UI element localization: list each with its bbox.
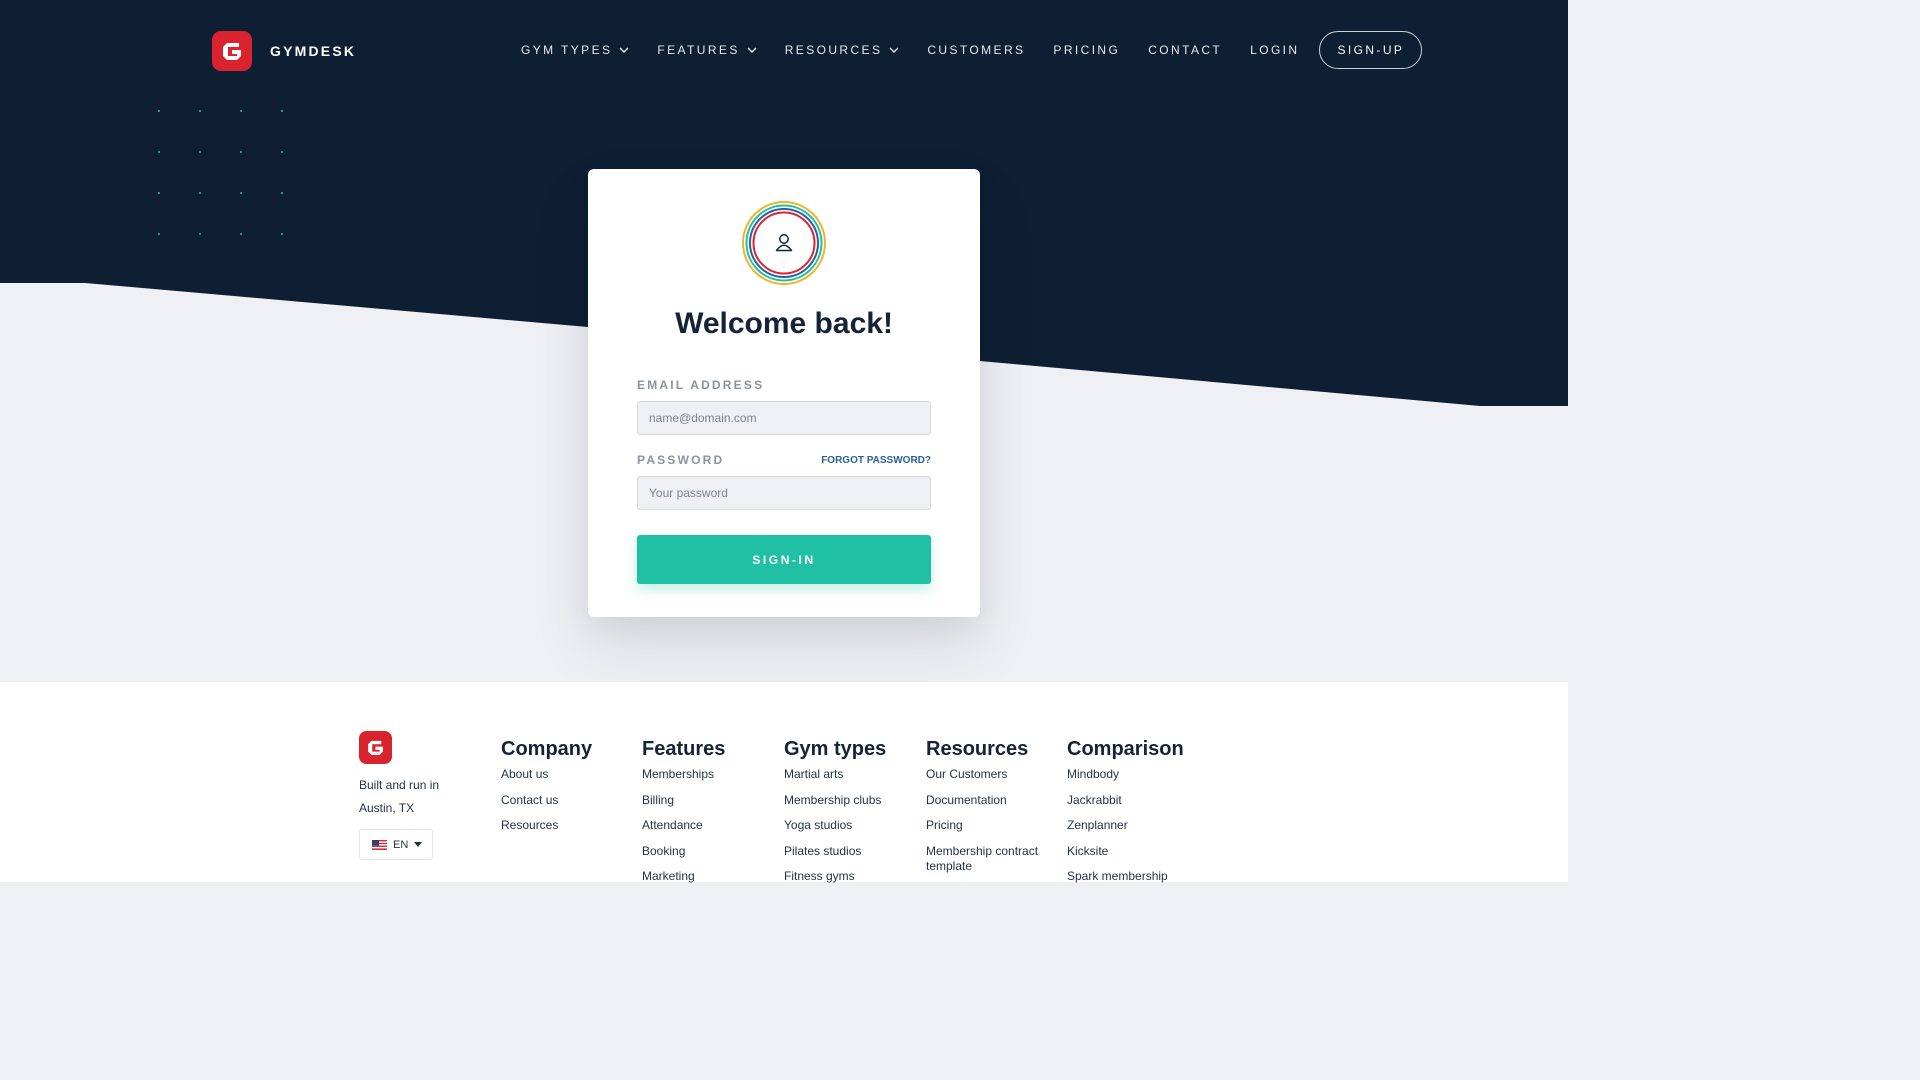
footer-heading-company: Company: [501, 738, 593, 760]
nav-pricing[interactable]: PRICING: [1053, 43, 1120, 57]
nav-login[interactable]: LOGIN: [1250, 43, 1299, 57]
nav-features[interactable]: FEATURES: [657, 43, 757, 57]
footer-link-billing[interactable]: Billing: [642, 793, 725, 808]
footer-link-pricing[interactable]: Pricing: [926, 818, 1054, 833]
footer-link-our-customers[interactable]: Our Customers: [926, 767, 1054, 782]
nav-customers[interactable]: CUSTOMERS: [927, 43, 1025, 57]
brand-name: GYMDESK: [270, 43, 357, 59]
footer-link-about-us[interactable]: About us: [501, 767, 592, 782]
location-text: Built and run in Austin, TX: [359, 774, 459, 820]
footer-link-spark-membership[interactable]: Spark membership: [1067, 869, 1184, 884]
nav-gym-types[interactable]: GYM TYPES: [521, 43, 629, 57]
email-field[interactable]: [637, 401, 931, 435]
chevron-down-icon: [747, 47, 757, 53]
forgot-password-link[interactable]: FORGOT PASSWORD?: [821, 455, 931, 466]
footer-link-memberships[interactable]: Memberships: [642, 767, 725, 782]
footer-link-martial-arts[interactable]: Martial arts: [784, 767, 886, 782]
footer-link-jackrabbit[interactable]: Jackrabbit: [1067, 793, 1184, 808]
nav-resources[interactable]: RESOURCES: [785, 43, 900, 57]
footer-link-booking[interactable]: Booking: [642, 844, 725, 859]
login-card: Welcome back! EMAIL ADDRESS PASSWORD FOR…: [588, 169, 980, 617]
top-navigation: GYMDESK GYM TYPES FEATURES RESOURCES CUS…: [0, 0, 1568, 100]
chevron-down-icon: [889, 47, 899, 53]
language-selector[interactable]: EN: [359, 829, 433, 860]
footer-column-comparison: Comparison Mindbody Jackrabbit Zenplanne…: [1067, 738, 1184, 895]
gymdesk-logo-icon: [212, 31, 252, 71]
site-footer: Built and run in Austin, TX EN Company A…: [0, 682, 1568, 884]
email-label: EMAIL ADDRESS: [637, 378, 765, 392]
nav-gym-types-label: GYM TYPES: [521, 43, 613, 57]
footer-column-resources: Resources Our Customers Documentation Pr…: [926, 738, 1054, 884]
password-field[interactable]: [637, 476, 931, 510]
footer-link-membership-contract-template[interactable]: Membership contract template: [926, 844, 1054, 874]
footer-column-gym-types: Gym types Martial arts Membership clubs …: [784, 738, 886, 895]
gymdesk-logo-icon[interactable]: [359, 731, 392, 764]
footer-heading-features: Features: [642, 738, 726, 760]
footer-heading-resources: Resources: [926, 738, 1029, 760]
signup-button[interactable]: SIGN-UP: [1319, 31, 1423, 69]
us-flag-icon: [372, 839, 387, 850]
chevron-down-icon: [619, 47, 629, 53]
nav-features-label: FEATURES: [657, 43, 740, 57]
footer-heading-gym-types: Gym types: [784, 738, 887, 760]
main-menu: GYM TYPES FEATURES RESOURCES CUSTOMERS P…: [521, 30, 1423, 70]
footer-link-contact-us[interactable]: Contact us: [501, 793, 592, 808]
footer-link-yoga-studios[interactable]: Yoga studios: [784, 818, 886, 833]
footer-heading-comparison: Comparison: [1067, 738, 1184, 760]
location-line-2: Austin, TX: [359, 801, 415, 815]
footer-link-attendance[interactable]: Attendance: [642, 818, 725, 833]
location-line-1: Built and run in: [359, 778, 440, 792]
nav-resources-label: RESOURCES: [784, 43, 883, 57]
footer-column-company: Company About us Contact us Resources: [501, 738, 592, 844]
caret-down-icon: [414, 842, 423, 847]
language-label: EN: [393, 838, 409, 851]
footer-column-features: Features Memberships Billing Attendance …: [642, 738, 725, 895]
footer-link-resources[interactable]: Resources: [501, 818, 592, 833]
footer-link-pilates-studios[interactable]: Pilates studios: [784, 844, 886, 859]
decorative-dot-grid: [157, 108, 297, 248]
footer-link-documentation[interactable]: Documentation: [926, 793, 1054, 808]
welcome-heading: Welcome back!: [675, 307, 893, 340]
nav-contact[interactable]: CONTACT: [1148, 43, 1222, 57]
brand-logo-link[interactable]: GYMDESK: [212, 31, 356, 71]
sign-in-button[interactable]: SIGN-IN: [637, 535, 931, 584]
footer-link-fitness-gyms[interactable]: Fitness gyms: [784, 869, 886, 884]
user-icon: [742, 201, 826, 285]
footer-link-zenplanner[interactable]: Zenplanner: [1067, 818, 1184, 833]
footer-link-marketing[interactable]: Marketing: [642, 869, 725, 884]
footer-link-kicksite[interactable]: Kicksite: [1067, 844, 1184, 859]
footer-link-membership-clubs[interactable]: Membership clubs: [784, 793, 886, 808]
footer-link-mindbody[interactable]: Mindbody: [1067, 767, 1184, 782]
password-label: PASSWORD: [637, 453, 725, 467]
